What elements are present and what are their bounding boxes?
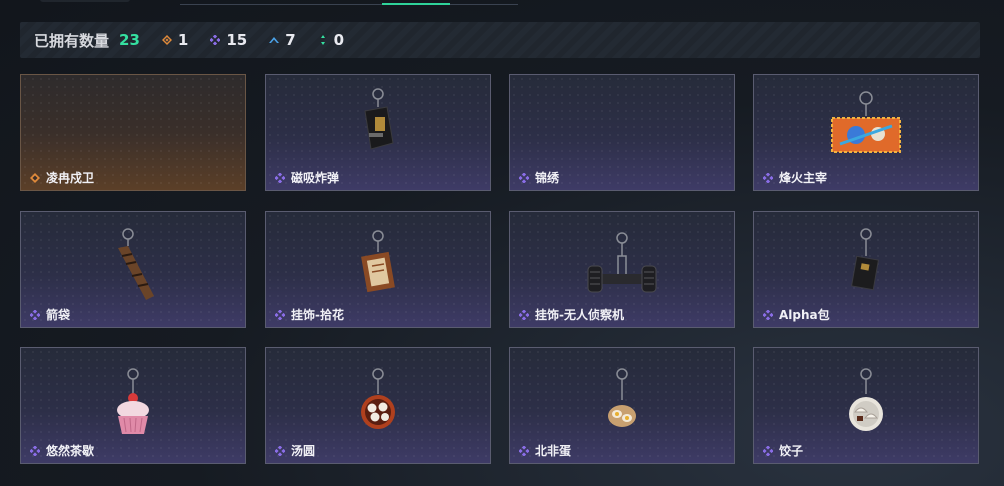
purple-rarity-icon [519, 309, 529, 320]
item-name: 挂饰-无人侦察机 [519, 306, 624, 323]
stat-blue-value: 7 [285, 31, 296, 49]
owned-count-label: 已拥有数量 [34, 31, 110, 50]
item-name: 悠然茶歇 [30, 442, 94, 459]
item-name-text: 挂饰-拾花 [291, 308, 344, 322]
stat-orange: 1 [161, 31, 189, 49]
stat-orange-value: 1 [177, 31, 189, 49]
quiver-keychain-icon [118, 228, 154, 300]
stat-purple-value: 15 [226, 31, 248, 49]
item-name-text: 饺子 [779, 444, 804, 458]
purple-rarity-icon [763, 445, 773, 456]
drone-keychain-icon [587, 232, 657, 293]
purple-rarity-icon [30, 309, 40, 320]
item-name: 箭袋 [30, 306, 70, 323]
orange-diamond-icon [161, 35, 172, 45]
item-name-text: Alpha包 [779, 308, 830, 322]
purple-rarity-icon [519, 172, 529, 183]
bomb-keychain-icon [364, 88, 394, 150]
item-name-text: 挂饰-无人侦察机 [535, 308, 624, 322]
stat-green: 0 [318, 31, 344, 49]
cupcake-keychain-icon [117, 368, 149, 434]
collection-summary-bar: 已拥有数量 23 1 15 7 0 [20, 22, 980, 58]
purple-rarity-icon [275, 309, 285, 320]
item-name: Alpha包 [763, 306, 830, 323]
item-name: 锦绣 [519, 169, 559, 186]
tab-divider [180, 4, 518, 5]
item-name-text: 北非蛋 [535, 444, 572, 458]
item-card[interactable]: Alpha包 [753, 211, 979, 328]
item-card[interactable]: 饺子 [753, 347, 979, 464]
item-card[interactable]: 北非蛋 [509, 347, 735, 464]
orange-rarity-icon [30, 172, 40, 183]
owned-count-total: 23 [119, 31, 140, 49]
purple-rarity-icon [30, 445, 40, 456]
shakshuka-keychain-icon [608, 368, 636, 427]
active-tab-indicator[interactable] [382, 3, 450, 5]
item-name-text: 磁吸炸弹 [291, 171, 340, 185]
item-name-text: 烽火主宰 [779, 171, 828, 185]
item-name: 挂饰-拾花 [275, 306, 344, 323]
item-card[interactable]: 箭袋 [20, 211, 246, 328]
item-name: 烽火主宰 [763, 169, 827, 186]
item-card[interactable]: 锦绣 [509, 74, 735, 191]
item-name-text: 箭袋 [46, 308, 71, 322]
item-name: 饺子 [763, 442, 803, 459]
tangyuan-keychain-icon [361, 368, 395, 429]
purple-rarity-icon [763, 172, 773, 183]
blue-chevron-icon [269, 37, 280, 43]
dumpling-keychain-icon [849, 368, 883, 431]
item-card[interactable]: 挂饰-无人侦察机 [509, 211, 735, 328]
purple-rarity-icon [763, 309, 773, 320]
item-name: 凌冉戍卫 [30, 169, 94, 186]
top-tab-bar [0, 0, 1004, 10]
item-name-text: 悠然茶歇 [46, 444, 95, 458]
item-card[interactable]: 悠然茶歇 [20, 347, 246, 464]
item-name-text: 锦绣 [535, 171, 560, 185]
green-dots-icon [320, 35, 325, 45]
stat-blue: 7 [269, 31, 296, 49]
item-card[interactable]: 汤圆 [265, 347, 491, 464]
keychain-grid: 凌冉戍卫 磁吸炸弹 锦绣 烽火主宰 箭袋 挂饰-拾花 挂饰-无人侦察机 Alph… [20, 74, 982, 474]
stat-purple: 15 [210, 31, 247, 49]
item-card[interactable]: 挂饰-拾花 [265, 211, 491, 328]
item-name: 北非蛋 [519, 442, 571, 459]
banner-keychain-icon [831, 91, 901, 153]
stat-green-value: 0 [333, 31, 345, 49]
item-name-text: 汤圆 [291, 444, 316, 458]
item-name-text: 凌冉戍卫 [46, 171, 95, 185]
purple-diamond-icon [210, 35, 221, 45]
item-name: 磁吸炸弹 [275, 169, 339, 186]
purple-rarity-icon [275, 445, 285, 456]
alpha-pack-keychain-icon [850, 228, 880, 291]
purple-rarity-icon [519, 445, 529, 456]
item-card[interactable]: 磁吸炸弹 [265, 74, 491, 191]
cropped-title [40, 0, 130, 2]
item-card[interactable]: 凌冉戍卫 [20, 74, 246, 191]
scroll-keychain-icon [361, 230, 395, 293]
item-card[interactable]: 烽火主宰 [753, 74, 979, 191]
purple-rarity-icon [275, 172, 285, 183]
item-name: 汤圆 [275, 442, 315, 459]
